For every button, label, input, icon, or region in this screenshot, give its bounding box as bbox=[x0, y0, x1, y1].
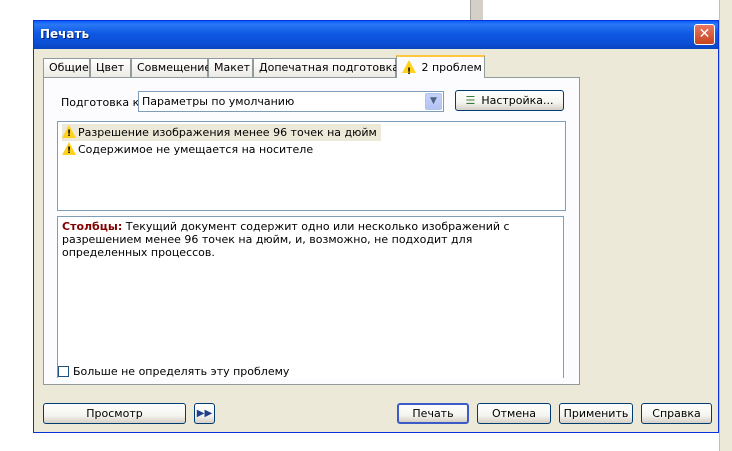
print-dialog: Печать ✕ Общие Цвет Совмещение Макет Доп… bbox=[33, 20, 719, 433]
description-text: Текущий документ содержит одно или неско… bbox=[62, 220, 510, 259]
tab-registration[interactable]: Совмещение bbox=[131, 58, 212, 77]
warning-icon bbox=[402, 60, 416, 83]
background-left bbox=[0, 0, 34, 451]
print-button-label: Печать bbox=[412, 407, 454, 420]
list-item[interactable]: Разрешение изображения менее 96 точек на… bbox=[62, 124, 381, 143]
problem-description: Столбцы: Текущий документ содержит одно … bbox=[57, 216, 564, 378]
cancel-button-label: Отмена bbox=[491, 407, 537, 420]
tab-layout[interactable]: Макет bbox=[208, 58, 253, 77]
tab-label: Допечатная подготовка bbox=[259, 61, 400, 74]
tab-general[interactable]: Общие bbox=[43, 58, 90, 77]
settings-button[interactable]: ☰ Настройка... bbox=[455, 90, 564, 111]
expand-button[interactable]: ▶▶ bbox=[194, 403, 215, 424]
preview-button-label: Просмотр bbox=[86, 407, 143, 420]
description-heading: Столбцы: bbox=[62, 220, 123, 233]
chevron-down-icon[interactable]: ▼ bbox=[425, 93, 442, 110]
title-bar[interactable]: Печать ✕ bbox=[34, 21, 718, 49]
settings-list-icon: ☰ bbox=[465, 94, 476, 107]
tab-issues[interactable]: 2 проблем bbox=[396, 55, 485, 83]
help-button-label: Справка bbox=[652, 407, 701, 420]
warning-icon bbox=[62, 125, 76, 143]
problem-text: Содержимое не умещается на носителе bbox=[78, 143, 314, 156]
apply-button[interactable]: Применить bbox=[559, 403, 633, 424]
close-button[interactable]: ✕ bbox=[694, 24, 715, 45]
tab-label: Цвет bbox=[96, 61, 125, 74]
prep-label: Подготовка к: bbox=[61, 96, 143, 109]
help-button[interactable]: Справка bbox=[641, 403, 712, 424]
prep-select[interactable]: Параметры по умолчанию ▼ bbox=[138, 91, 444, 112]
problems-list[interactable]: Разрешение изображения менее 96 точек на… bbox=[57, 121, 566, 211]
preview-button[interactable]: Просмотр bbox=[43, 403, 186, 424]
dont-detect-label: Больше не определять эту проблему bbox=[73, 365, 290, 378]
list-item[interactable]: Содержимое не умещается на носителе bbox=[62, 141, 317, 160]
tab-prepress[interactable]: Допечатная подготовка bbox=[253, 58, 400, 77]
window-title: Печать bbox=[40, 27, 90, 41]
apply-button-label: Применить bbox=[563, 407, 629, 420]
tab-label: Макет bbox=[214, 61, 251, 74]
problem-text: Разрешение изображения менее 96 точек на… bbox=[78, 126, 377, 139]
settings-button-label: Настройка... bbox=[481, 94, 554, 107]
tab-color[interactable]: Цвет bbox=[90, 58, 131, 77]
dont-detect-checkbox[interactable] bbox=[58, 366, 69, 377]
background-column bbox=[470, 0, 483, 20]
prep-select-value: Параметры по умолчанию bbox=[142, 95, 295, 108]
tab-label: 2 проблем bbox=[421, 61, 482, 74]
dont-detect-row[interactable]: Больше не определять эту проблему bbox=[58, 365, 289, 379]
warning-icon bbox=[62, 142, 76, 160]
double-arrow-right-icon: ▶▶ bbox=[196, 408, 213, 419]
tab-label: Совмещение bbox=[137, 61, 212, 74]
tab-label: Общие bbox=[49, 61, 89, 74]
close-icon: ✕ bbox=[698, 26, 711, 42]
issues-panel: Подготовка к: Параметры по умолчанию ▼ ☰… bbox=[43, 77, 580, 385]
print-button[interactable]: Печать bbox=[397, 403, 469, 424]
cancel-button[interactable]: Отмена bbox=[477, 403, 551, 424]
background-right bbox=[719, 0, 732, 451]
